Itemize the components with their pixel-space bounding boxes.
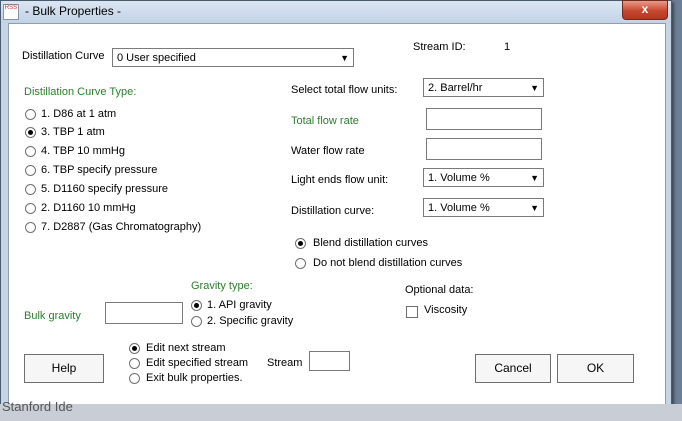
- water-flow-rate-input[interactable]: [426, 138, 542, 160]
- stream-id-label: Stream ID:: [413, 41, 466, 53]
- curve-type-label[interactable]: 3. TBP 1 atm: [41, 126, 105, 138]
- light-ends-value: 1. Volume %: [428, 172, 490, 184]
- cancel-button[interactable]: Cancel: [475, 354, 551, 383]
- radio-icon[interactable]: [129, 358, 140, 369]
- dialog-body: Distillation Curve 0 User specified ▼ St…: [8, 23, 666, 407]
- ok-button[interactable]: OK: [557, 354, 634, 383]
- radio-icon[interactable]: [191, 316, 202, 327]
- radio-selected-icon[interactable]: [191, 300, 202, 311]
- window-title: - Bulk Properties -: [25, 4, 122, 18]
- radio-selected-icon[interactable]: [295, 238, 306, 249]
- checkbox-icon[interactable]: [406, 306, 418, 318]
- title-bar[interactable]: RSS - Bulk Properties - x: [1, 0, 671, 23]
- distillation-curve-value: 0 User specified: [117, 52, 196, 64]
- blend-label[interactable]: Do not blend distillation curves: [313, 257, 462, 269]
- radio-selected-icon[interactable]: [25, 127, 36, 138]
- radio-icon[interactable]: [25, 203, 36, 214]
- curve-type-label[interactable]: 7. D2887 (Gas Chromatography): [41, 221, 201, 233]
- gravity-type-label[interactable]: 2. Specific gravity: [207, 315, 293, 327]
- background-window-text: Stanford Ide: [2, 399, 73, 414]
- bulk-gravity-input[interactable]: [105, 302, 183, 324]
- stream-input[interactable]: [309, 351, 350, 371]
- stream-id-value: 1: [504, 41, 511, 53]
- distillation-curve-unit-value: 1. Volume %: [428, 202, 490, 214]
- radio-icon[interactable]: [25, 109, 36, 120]
- next-action-label[interactable]: Edit specified stream: [146, 357, 248, 369]
- help-button[interactable]: Help: [24, 354, 104, 383]
- distillation-curve-label: Distillation Curve: [22, 50, 105, 62]
- radio-icon[interactable]: [129, 373, 140, 384]
- curve-type-heading: Distillation Curve Type:: [24, 86, 137, 98]
- total-flow-rate-input[interactable]: [426, 108, 542, 130]
- gravity-type-label[interactable]: 1. API gravity: [207, 299, 272, 311]
- flow-units-select[interactable]: 2. Barrel/hr ▼: [423, 78, 544, 97]
- app-icon[interactable]: RSS: [3, 4, 19, 20]
- light-ends-select[interactable]: 1. Volume % ▼: [423, 168, 544, 187]
- dropdown-arrow-icon: ▼: [530, 173, 539, 183]
- radio-icon[interactable]: [25, 222, 36, 233]
- stream-label: Stream: [267, 357, 303, 369]
- dropdown-arrow-icon: ▼: [530, 83, 539, 93]
- curve-type-label[interactable]: 4. TBP 10 mmHg: [41, 145, 125, 157]
- dropdown-arrow-icon: ▼: [530, 203, 539, 213]
- viscosity-label[interactable]: Viscosity: [424, 304, 467, 316]
- bulk-gravity-label: Bulk gravity: [24, 310, 81, 322]
- dialog-window: RSS - Bulk Properties - x Distillation C…: [0, 0, 672, 412]
- curve-type-label[interactable]: 2. D1160 10 mmHg: [41, 202, 136, 214]
- curve-type-label[interactable]: 1. D86 at 1 atm: [41, 108, 116, 120]
- curve-type-label[interactable]: 6. TBP specify pressure: [41, 164, 157, 176]
- gravity-type-heading: Gravity type:: [191, 280, 253, 292]
- light-ends-label: Light ends flow unit:: [291, 174, 389, 186]
- distillation-curve-unit-label: Distillation curve:: [291, 205, 375, 217]
- radio-icon[interactable]: [295, 258, 306, 269]
- next-action-label[interactable]: Edit next stream: [146, 342, 225, 354]
- app-icon-label: RSS: [4, 5, 18, 11]
- flow-units-label: Select total flow units:: [291, 84, 398, 96]
- next-action-label[interactable]: Exit bulk properties.: [146, 372, 243, 384]
- radio-icon[interactable]: [25, 184, 36, 195]
- radio-icon[interactable]: [25, 165, 36, 176]
- curve-type-label[interactable]: 5. D1160 specify pressure: [41, 183, 168, 195]
- close-button[interactable]: x: [622, 0, 668, 20]
- radio-selected-icon[interactable]: [129, 343, 140, 354]
- distillation-curve-unit-select[interactable]: 1. Volume % ▼: [423, 198, 544, 217]
- dropdown-arrow-icon: ▼: [340, 53, 349, 63]
- radio-icon[interactable]: [25, 146, 36, 157]
- total-flow-rate-label: Total flow rate: [291, 115, 359, 127]
- water-flow-rate-label: Water flow rate: [291, 145, 365, 157]
- blend-label[interactable]: Blend distillation curves: [313, 237, 428, 249]
- background-window-strip: Stanford Ide: [0, 399, 682, 421]
- distillation-curve-select[interactable]: 0 User specified ▼: [112, 48, 354, 67]
- flow-units-value: 2. Barrel/hr: [428, 82, 483, 94]
- optional-data-heading: Optional data:: [405, 284, 474, 296]
